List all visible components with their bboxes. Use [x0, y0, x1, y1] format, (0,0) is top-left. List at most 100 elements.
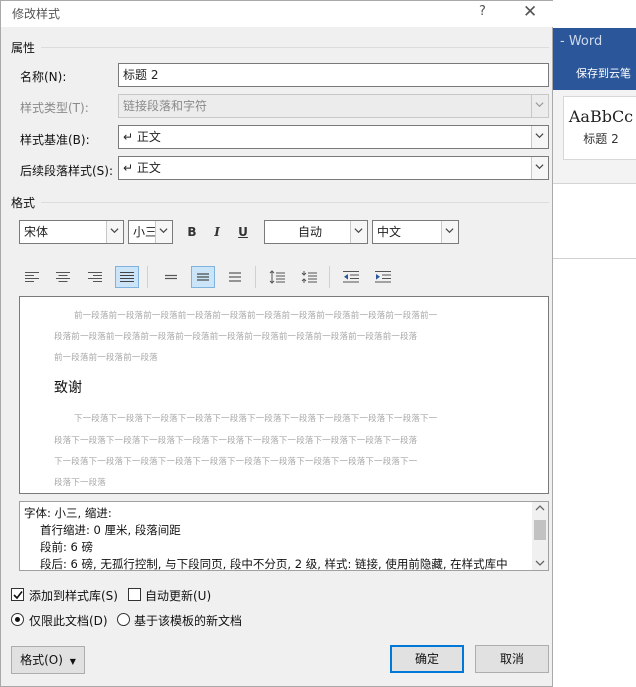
font-size-value: 小三: [133, 225, 158, 239]
chevron-down-icon: [531, 157, 548, 179]
align-right-button[interactable]: [83, 266, 107, 288]
modify-style-dialog: 修改样式 ? ✕ 属性 名称(N): 标题 2 样式类型(T): 链接段落和字符…: [0, 0, 554, 687]
description-scrollbar[interactable]: [532, 502, 548, 570]
script-select[interactable]: 中文: [372, 220, 459, 244]
style-sample-text: AaBbCc: [568, 107, 634, 126]
style-based-on-label: 样式基准(B):: [20, 133, 90, 147]
single-spacing-icon: [165, 274, 177, 280]
preview-next-paragraph-line: 段落下一段落下一段落下一段落下一段落下一段落下一段落下一段落下一段落下一段落下一…: [54, 436, 418, 446]
script-value: 中文: [377, 225, 402, 239]
next-style-value: ↵ 正文: [123, 161, 161, 175]
word-titlebar-fragment: - Word: [552, 28, 636, 62]
single-spacing-button[interactable]: [159, 266, 183, 288]
style-based-on-select[interactable]: ↵ 正文: [118, 125, 549, 149]
spacing-before-icon: [269, 270, 285, 284]
name-label: 名称(N):: [20, 70, 67, 84]
font-select[interactable]: 宋体: [19, 220, 124, 244]
toolbar-separator: [329, 266, 330, 288]
scroll-up-icon[interactable]: [535, 504, 545, 512]
help-button[interactable]: ?: [479, 4, 486, 19]
increase-spacing-before-button[interactable]: [265, 266, 289, 288]
style-type-label: 样式类型(T):: [20, 101, 89, 115]
preview-next-paragraph-line: 段落下一段落: [54, 478, 106, 488]
decrease-spacing-button[interactable]: [297, 266, 321, 288]
align-center-icon: [56, 272, 70, 282]
name-input[interactable]: 标题 2: [118, 63, 549, 87]
style-name-label: 标题 2: [583, 132, 619, 146]
bold-button[interactable]: B: [181, 221, 203, 243]
format-menu-button[interactable]: 格式(O) ▼: [11, 646, 85, 674]
font-size-select[interactable]: 小三: [128, 220, 173, 244]
scroll-down-icon[interactable]: [535, 559, 545, 567]
add-to-gallery-label[interactable]: 添加到样式库(S): [29, 587, 118, 604]
checkmark-icon: [13, 591, 23, 600]
spacing-after-icon: [301, 271, 317, 283]
format-menu-label: 格式(O): [20, 653, 63, 667]
style-preview-pane: 前一段落前一段落前一段落前一段落前一段落前一段落前一段落前一段落前一段落前一段落…: [19, 296, 549, 494]
cancel-button[interactable]: 取消: [475, 645, 549, 673]
toolbar-separator: [147, 266, 148, 288]
double-spacing-icon: [229, 272, 241, 282]
close-button[interactable]: ✕: [523, 2, 537, 22]
description-line: 首行缩进: 0 厘米, 段落间距: [40, 523, 181, 537]
auto-update-checkbox[interactable]: [128, 588, 141, 601]
style-type-select[interactable]: 链接段落和字符: [118, 94, 549, 118]
font-color-value: 自动: [297, 225, 322, 239]
template-documents-radio[interactable]: [117, 613, 130, 626]
toolbar-separator: [255, 266, 256, 288]
only-this-document-label[interactable]: 仅限此文档(D): [29, 612, 108, 629]
dropdown-arrow-icon: ▼: [69, 657, 76, 666]
radio-selected-dot: [15, 617, 20, 622]
save-to-cloud-button[interactable]: 保存到云笔: [552, 62, 636, 90]
next-style-label: 后续段落样式(S):: [20, 164, 114, 178]
chevron-down-icon: [106, 221, 123, 243]
dialog-title: 修改样式: [12, 7, 61, 21]
onehalf-spacing-icon: [197, 273, 209, 281]
double-spacing-button[interactable]: [223, 266, 247, 288]
chevron-down-icon: [441, 221, 458, 243]
preview-previous-paragraph-line: 前一段落前一段落前一段落: [54, 353, 158, 363]
underline-button[interactable]: U: [232, 221, 254, 243]
only-this-document-radio[interactable]: [11, 613, 24, 626]
align-left-icon: [25, 272, 39, 282]
style-based-on-value: ↵ 正文: [123, 130, 161, 144]
increase-indent-button[interactable]: [371, 266, 395, 288]
ok-button[interactable]: 确定: [390, 645, 464, 673]
decrease-indent-button[interactable]: [339, 266, 363, 288]
style-description-box: 字体: 小三, 缩进: 首行缩进: 0 厘米, 段落间距 段前: 6 磅 段后:…: [19, 501, 549, 571]
align-center-button[interactable]: [51, 266, 75, 288]
chevron-down-icon: [350, 221, 367, 243]
description-line: 段前: 6 磅: [40, 540, 94, 554]
description-line: 字体: 小三, 缩进:: [24, 506, 112, 520]
font-color-select[interactable]: 自动: [264, 220, 368, 244]
template-documents-label[interactable]: 基于该模板的新文档: [134, 612, 242, 629]
add-to-gallery-checkbox[interactable]: [11, 588, 24, 601]
align-left-button[interactable]: [20, 266, 44, 288]
italic-button[interactable]: I: [206, 221, 228, 243]
next-style-select[interactable]: ↵ 正文: [118, 156, 549, 180]
indent-icon: [375, 271, 391, 283]
properties-section-title: 属性: [11, 41, 36, 55]
preview-previous-paragraph-line: 段落前一段落前一段落前一段落前一段落前一段落前一段落前一段落前一段落前一段落前一…: [54, 332, 418, 342]
onehalf-spacing-button[interactable]: [191, 266, 215, 288]
word-title-text: - Word: [560, 34, 603, 49]
style-gallery-item-heading2[interactable]: AaBbCc 标题 2: [563, 96, 636, 160]
preview-sample-text: 致谢: [54, 380, 82, 396]
description-line: 段后: 6 磅, 无孤行控制, 与下段同页, 段中不分页, 2 级, 样式: 链…: [40, 557, 508, 571]
align-right-icon: [88, 272, 102, 282]
justify-icon: [120, 272, 134, 282]
properties-divider: [41, 47, 549, 48]
scrollbar-thumb[interactable]: [534, 520, 546, 540]
preview-previous-paragraph-line: 前一段落前一段落前一段落前一段落前一段落前一段落前一段落前一段落前一段落前一段落…: [74, 311, 438, 321]
chevron-down-icon: [531, 95, 548, 117]
auto-update-label[interactable]: 自动更新(U): [145, 587, 211, 604]
style-type-value: 链接段落和字符: [123, 99, 208, 113]
format-divider: [41, 202, 549, 203]
dialog-titlebar: 修改样式 ? ✕: [1, 1, 554, 27]
chevron-down-icon: [531, 126, 548, 148]
preview-next-paragraph-line: 下一段落下一段落下一段落下一段落下一段落下一段落下一段落下一段落下一段落下一段落…: [74, 414, 438, 424]
format-section-title: 格式: [11, 196, 36, 210]
justify-button[interactable]: [115, 266, 139, 288]
font-value: 宋体: [24, 225, 49, 239]
document-ruler-line: [552, 258, 636, 259]
